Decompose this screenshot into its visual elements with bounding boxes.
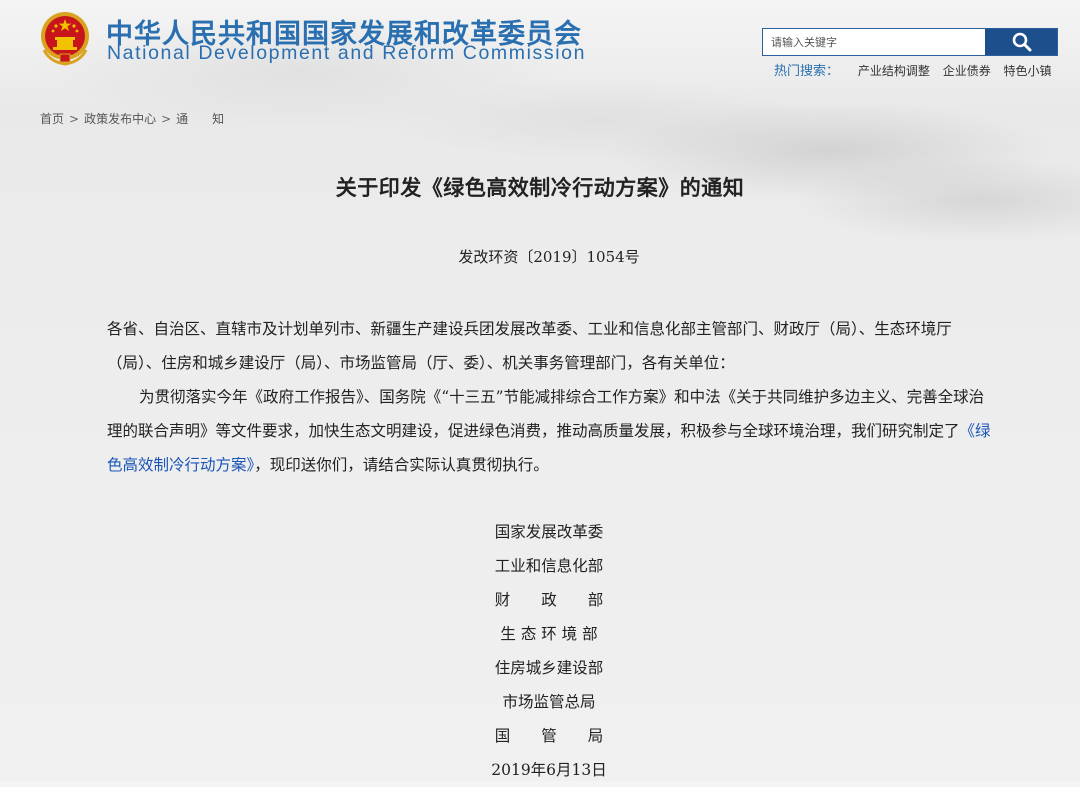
breadcrumb: 首页 > 政策发布中心 > 通 知 [40, 110, 224, 127]
body-paragraph: 为贯彻落实今年《政府工作报告》、国务院《“十三五”节能减排综合工作方案》和中法《… [107, 380, 993, 482]
search-icon [1012, 32, 1032, 52]
signatory-mohurd: 住房城乡建设部 [494, 659, 604, 677]
site-header: 中华人民共和国国家发展和改革委员会 National Development a… [0, 0, 1080, 100]
hot-search: 热门搜索： 产业结构调整 企业债券 特色小镇 [774, 60, 1052, 79]
signatory-miit: 工业和信息化部 [494, 557, 604, 575]
search-button[interactable] [985, 29, 1057, 55]
article-title: 关于印发《绿色高效制冷行动方案》的通知 [335, 176, 745, 200]
hot-link-industry-structure[interactable]: 产业结构调整 [858, 64, 930, 78]
breadcrumb-home[interactable]: 首页 [40, 112, 64, 126]
breadcrumb-notice[interactable]: 通 知 [176, 112, 224, 126]
signature-block: 国家发展改革委 工业和信息化部 财 政 部 生 态 环 境 部 住房城乡建设部 … [0, 515, 1080, 787]
hot-search-label: 热门搜索： [774, 64, 840, 79]
document-date: 2019年6月13日 [491, 761, 607, 779]
search-input[interactable] [763, 29, 987, 55]
hot-link-enterprise-bonds[interactable]: 企业债券 [943, 64, 991, 78]
search-box [762, 28, 1058, 56]
signatory-samr: 市场监管总局 [502, 693, 596, 711]
breadcrumb-separator: > [69, 112, 80, 126]
breadcrumb-separator: > [161, 112, 172, 126]
site-title-english[interactable]: National Development and Reform Commissi… [107, 42, 586, 65]
signatory-ndrc: 国家发展改革委 [494, 523, 604, 541]
hot-link-featured-towns[interactable]: 特色小镇 [1004, 64, 1052, 78]
signatory-mee: 生 态 环 境 部 [500, 625, 598, 643]
document-number: 发改环资〔2019〕1054号 [458, 248, 640, 266]
signatory-ggj: 国 管 局 [494, 727, 604, 745]
national-emblem-icon[interactable] [38, 10, 92, 66]
article-body: 各省、自治区、直辖市及计划单列市、新疆生产建设兵团发展改革委、工业和信息化部主管… [107, 312, 993, 482]
signatory-mof: 财 政 部 [494, 591, 604, 609]
breadcrumb-policy-center[interactable]: 政策发布中心 [84, 112, 156, 126]
body-text-before-link: 为贯彻落实今年《政府工作报告》、国务院《“十三五”节能减排综合工作方案》和中法《… [107, 388, 985, 440]
addressee-paragraph: 各省、自治区、直辖市及计划单列市、新疆生产建设兵团发展改革委、工业和信息化部主管… [107, 320, 952, 372]
body-text-after-link: ，现印送你们，请结合实际认真贯彻执行。 [254, 456, 549, 474]
